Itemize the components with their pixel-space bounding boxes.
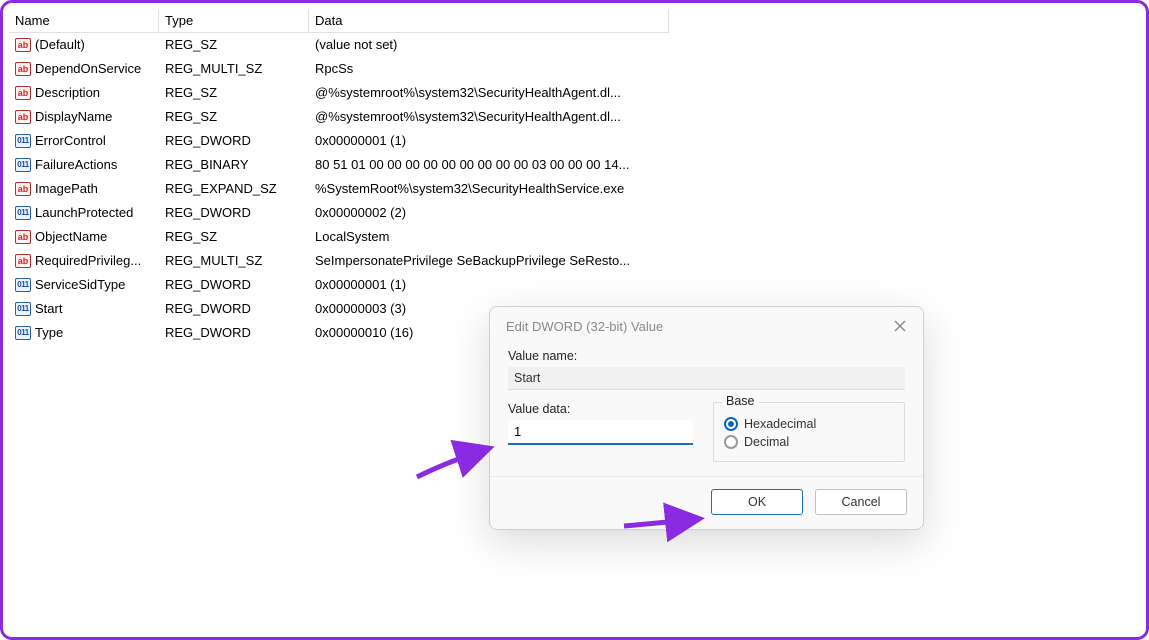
value-name-text: LaunchProtected [35, 204, 133, 222]
cancel-button[interactable]: Cancel [815, 489, 907, 515]
registry-value-data: @%systemroot%\system32\SecurityHealthAge… [309, 105, 669, 129]
value-name-text: Start [35, 300, 62, 318]
binary-value-icon: 011 [15, 278, 31, 292]
registry-value-data: @%systemroot%\system32\SecurityHealthAge… [309, 81, 669, 105]
registry-value-name[interactable]: 011 LaunchProtected [9, 201, 159, 225]
registry-value-name[interactable]: 011 Start [9, 297, 159, 321]
column-header-type[interactable]: Type [159, 9, 309, 33]
radio-label: Hexadecimal [744, 417, 816, 431]
value-name-text: DependOnService [35, 60, 141, 78]
annotation-arrow-icon [407, 427, 497, 490]
registry-value-data: 0x00000001 (1) [309, 129, 669, 153]
registry-value-name[interactable]: ab ImagePath [9, 177, 159, 201]
string-value-icon: ab [15, 110, 31, 124]
ok-button[interactable]: OK [711, 489, 803, 515]
value-name-text: Description [35, 84, 100, 102]
column-header-data[interactable]: Data [309, 9, 669, 33]
string-value-icon: ab [15, 230, 31, 244]
string-value-icon: ab [15, 38, 31, 52]
registry-value-type: REG_SZ [159, 225, 309, 249]
registry-value-type: REG_DWORD [159, 297, 309, 321]
value-name-text: Type [35, 324, 63, 342]
registry-value-type: REG_SZ [159, 81, 309, 105]
registry-value-type: REG_MULTI_SZ [159, 249, 309, 273]
value-name-text: ErrorControl [35, 132, 106, 150]
registry-value-type: REG_BINARY [159, 153, 309, 177]
registry-value-name[interactable]: ab DisplayName [9, 105, 159, 129]
string-value-icon: ab [15, 62, 31, 76]
registry-value-data: (value not set) [309, 33, 669, 57]
registry-value-name[interactable]: 011 Type [9, 321, 159, 345]
registry-value-name[interactable]: 011 ServiceSidType [9, 273, 159, 297]
registry-value-data: 0x00000002 (2) [309, 201, 669, 225]
registry-value-type: REG_DWORD [159, 129, 309, 153]
registry-value-type: REG_DWORD [159, 273, 309, 297]
registry-value-name[interactable]: ab ObjectName [9, 225, 159, 249]
radio-icon [724, 435, 738, 449]
registry-value-name[interactable]: ab Description [9, 81, 159, 105]
registry-value-name[interactable]: ab DependOnService [9, 57, 159, 81]
value-name-text: ImagePath [35, 180, 98, 198]
registry-value-type: REG_SZ [159, 105, 309, 129]
binary-value-icon: 011 [15, 134, 31, 148]
registry-value-name[interactable]: ab RequiredPrivileg... [9, 249, 159, 273]
radio-label: Decimal [744, 435, 789, 449]
registry-value-data: RpcSs [309, 57, 669, 81]
registry-value-name[interactable]: 011 FailureActions [9, 153, 159, 177]
registry-value-data: 80 51 01 00 00 00 00 00 00 00 00 00 03 0… [309, 153, 669, 177]
column-header-name[interactable]: Name [9, 9, 159, 33]
dialog-title: Edit DWORD (32-bit) Value [506, 319, 663, 334]
value-data-input[interactable] [508, 420, 693, 445]
value-name-field: Start [508, 367, 905, 390]
registry-value-name[interactable]: 011 ErrorControl [9, 129, 159, 153]
registry-value-type: REG_DWORD [159, 201, 309, 225]
value-data-label: Value data: [508, 402, 693, 416]
value-name-text: DisplayName [35, 108, 112, 126]
radio-hexadecimal[interactable]: Hexadecimal [724, 417, 894, 431]
value-name-label: Value name: [508, 349, 905, 363]
value-name-text: RequiredPrivileg... [35, 252, 141, 270]
registry-value-data: LocalSystem [309, 225, 669, 249]
registry-value-data: 0x00000001 (1) [309, 273, 669, 297]
binary-value-icon: 011 [15, 326, 31, 340]
edit-dword-dialog: Edit DWORD (32-bit) Value Value name: St… [489, 306, 924, 530]
binary-value-icon: 011 [15, 302, 31, 316]
base-group-label: Base [722, 394, 759, 408]
binary-value-icon: 011 [15, 206, 31, 220]
registry-value-data: %SystemRoot%\system32\SecurityHealthServ… [309, 177, 669, 201]
value-name-text: (Default) [35, 36, 85, 54]
value-name-text: FailureActions [35, 156, 117, 174]
registry-value-data: SeImpersonatePrivilege SeBackupPrivilege… [309, 249, 669, 273]
registry-value-type: REG_EXPAND_SZ [159, 177, 309, 201]
registry-values-table: Name Type Data ab(Default)REG_SZ(value n… [9, 9, 1140, 345]
string-value-icon: ab [15, 86, 31, 100]
string-value-icon: ab [15, 182, 31, 196]
registry-value-type: REG_MULTI_SZ [159, 57, 309, 81]
base-group: Base Hexadecimal Decimal [713, 402, 905, 462]
registry-value-type: REG_SZ [159, 33, 309, 57]
string-value-icon: ab [15, 254, 31, 268]
radio-icon [724, 417, 738, 431]
registry-value-type: REG_DWORD [159, 321, 309, 345]
close-icon[interactable] [891, 317, 909, 335]
radio-decimal[interactable]: Decimal [724, 435, 894, 449]
value-name-text: ServiceSidType [35, 276, 125, 294]
value-name-text: ObjectName [35, 228, 107, 246]
binary-value-icon: 011 [15, 158, 31, 172]
registry-value-name[interactable]: ab (Default) [9, 33, 159, 57]
